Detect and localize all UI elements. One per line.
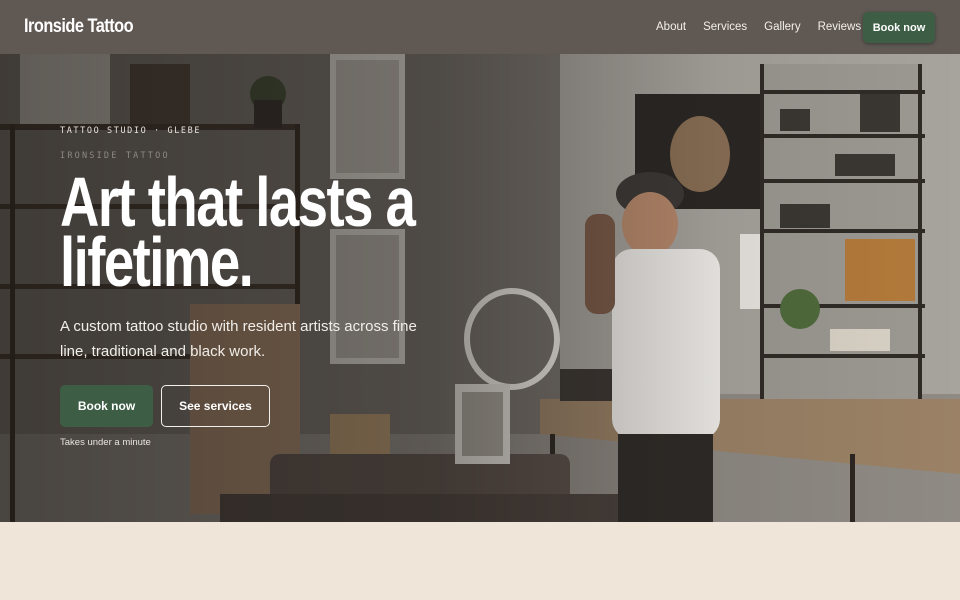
site-logo[interactable]: Ironside Tattoo <box>24 16 134 38</box>
hero-eyebrow-secondary: IRONSIDE TATTOO <box>60 151 170 161</box>
nav-link-gallery[interactable]: Gallery <box>764 21 800 33</box>
nav-link-about[interactable]: About <box>656 21 686 33</box>
main-nav: About Services Gallery Reviews <box>656 0 861 54</box>
hero-book-now-button[interactable]: Book now <box>60 385 153 427</box>
nav-link-services[interactable]: Services <box>703 21 747 33</box>
hero-see-services-button[interactable]: See services <box>161 385 270 427</box>
next-section <box>0 522 960 600</box>
hero-headline: Art that lasts a lifetime. <box>60 163 416 301</box>
hero-eyebrow: TATTOO STUDIO · GLEBE <box>60 126 202 136</box>
site-header: Ironside Tattoo About Services Gallery R… <box>0 0 960 54</box>
hero-section: TATTOO STUDIO · GLEBE IRONSIDE TATTOO Ar… <box>0 54 960 522</box>
header-book-now-button[interactable]: Book now <box>863 12 935 43</box>
hero-subtext: A custom tattoo studio with resident art… <box>60 318 417 360</box>
hero-booking-note: Takes under a minute <box>60 437 151 448</box>
nav-link-reviews[interactable]: Reviews <box>818 21 861 33</box>
